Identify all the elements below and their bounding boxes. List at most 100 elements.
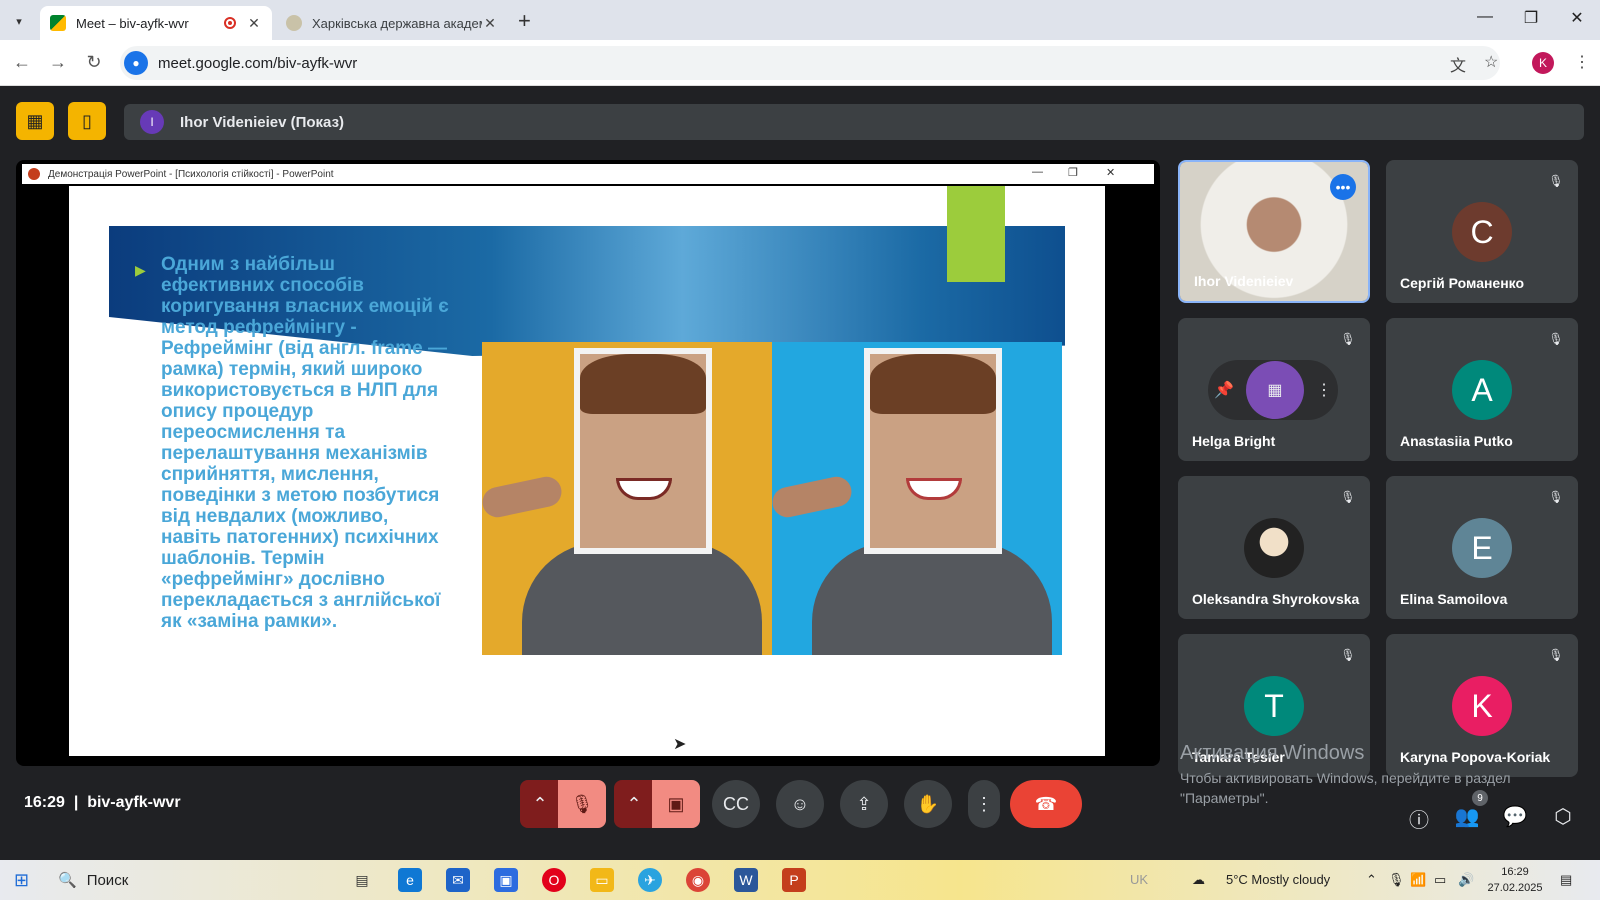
emoji-reaction-button[interactable]: ☺ <box>776 780 824 828</box>
powerpoint-taskbar-icon[interactable]: P <box>782 868 806 892</box>
more-options-button[interactable]: ⋮ <box>968 780 1000 828</box>
photo-frame <box>864 348 1002 554</box>
new-tab-button[interactable]: + <box>518 8 531 34</box>
participant-tile[interactable]: 🎙 E Elina Samoilova <box>1386 476 1578 619</box>
meeting-details-icon[interactable]: ⓘ <box>1404 804 1434 833</box>
meeting-code: biv-ayfk-wvr <box>87 794 181 811</box>
participant-name: Helga Bright <box>1192 433 1276 449</box>
pp-minimize-icon: — <box>1032 166 1043 178</box>
participant-name: Oleksandra Shyrokovska <box>1192 591 1360 607</box>
audio-options-icon[interactable]: ⌃ <box>520 780 560 828</box>
weather-text[interactable]: 5°C Mostly cloudy <box>1226 872 1330 887</box>
notifications-icon[interactable]: ▤ <box>1560 872 1572 888</box>
translate-icon[interactable]: 文 <box>1450 52 1466 76</box>
participant-tile[interactable]: 🎙 📌 ▦ ⋮ Helga Bright <box>1178 318 1370 461</box>
presenter-avatar: I <box>140 110 164 134</box>
word-icon[interactable]: W <box>734 868 758 892</box>
slide-green-accent <box>947 186 1005 282</box>
maximize-icon[interactable]: ❐ <box>1516 8 1546 28</box>
photo-hair <box>870 354 996 414</box>
participant-tile[interactable]: ••• Ihor Videnieiev <box>1178 160 1370 303</box>
presentation-slide: ▶ Одним з найбільш ефективних способів к… <box>69 186 1105 756</box>
mic-off-button[interactable]: 🎙 <box>558 780 606 828</box>
tray-chevron-icon[interactable]: ⌃ <box>1366 872 1377 888</box>
pin-icon[interactable]: 📌 <box>1214 380 1234 400</box>
minimize-icon[interactable]: — <box>1470 8 1500 26</box>
mic-off-icon: 🎙 <box>1340 648 1356 662</box>
more-options-icon[interactable]: ••• <box>1330 174 1356 200</box>
mic-off-icon: 🎙 <box>1548 332 1564 346</box>
tray-time: 16:29 <box>1501 866 1529 878</box>
tray-clock[interactable]: 16:29 27.02.2025 <box>1480 864 1550 896</box>
mic-off-icon: 🎙 <box>1548 174 1564 188</box>
tab-meet[interactable]: Meet – biv-ayfk-wvr ✕ <box>40 6 272 40</box>
participant-tile[interactable]: 🎙 K Karyna Popova-Koriak <box>1386 634 1578 777</box>
tab-close-icon[interactable]: ✕ <box>482 15 498 32</box>
participant-tile[interactable]: 🎙 С Сергій Романенко <box>1386 160 1578 303</box>
windows-activation-title: Активация Windows <box>1180 742 1365 764</box>
participant-avatar: A <box>1452 360 1512 420</box>
participant-tile[interactable]: 🎙 Oleksandra Shyrokovska <box>1178 476 1370 619</box>
chat-icon[interactable]: 💬 <box>1500 804 1530 829</box>
task-view-icon[interactable]: ▤ <box>350 868 374 892</box>
keyboard-lang[interactable]: UK <box>1130 872 1148 887</box>
present-screen-button[interactable]: ⇪ <box>840 780 888 828</box>
video-options-icon[interactable]: ⌃ <box>614 780 654 828</box>
pp-close-icon: ✕ <box>1106 167 1116 179</box>
taskbar-search[interactable]: 🔍 Поиск <box>48 864 328 896</box>
telegram-icon[interactable]: ✈ <box>638 868 662 892</box>
tab-academy[interactable]: Харківська державна академі ✕ <box>276 6 508 40</box>
pp-restore-icon: ❐ <box>1068 167 1078 179</box>
mail-icon[interactable]: ✉ <box>446 868 470 892</box>
participant-avatar: K <box>1452 676 1512 736</box>
opera-icon[interactable]: O <box>542 868 566 892</box>
mic-off-icon: 🎙 <box>1340 490 1356 504</box>
forward-icon[interactable]: → <box>46 52 70 73</box>
activities-icon[interactable]: ⬡ <box>1548 804 1578 829</box>
remove-from-frame-icon[interactable]: ▦ <box>1245 361 1304 419</box>
tab-title: Харківська державна академі <box>312 15 482 31</box>
camera-off-button[interactable]: ▣ <box>652 780 700 828</box>
edge-icon[interactable]: e <box>398 868 422 892</box>
participant-photo-avatar <box>1244 518 1304 578</box>
people-count-badge: 9 <box>1472 790 1488 806</box>
profile-avatar[interactable]: K <box>1532 52 1554 74</box>
url-field[interactable]: ● meet.google.com/biv-ayfk-wvr <box>120 46 1500 80</box>
layout-toggle-button[interactable]: ▦ <box>16 102 54 140</box>
chrome-icon[interactable]: ◉ <box>686 868 710 892</box>
pip-button[interactable]: ▯ <box>68 102 106 140</box>
weather-icon: ☁ <box>1192 872 1205 887</box>
participant-tile[interactable]: 🎙 A Anastasiia Putko <box>1386 318 1578 461</box>
file-explorer-icon[interactable]: ▭ <box>590 868 614 892</box>
store-icon[interactable]: ▣ <box>494 868 518 892</box>
back-icon[interactable]: ← <box>10 52 34 73</box>
photo-body <box>522 542 762 655</box>
wifi-icon[interactable]: 📶 <box>1410 872 1426 888</box>
photo-mouth <box>906 478 962 500</box>
tray-mic-icon[interactable]: 🎙 <box>1388 872 1405 888</box>
browser-menu-icon[interactable]: ⋮ <box>1574 52 1590 72</box>
mic-off-icon: 🎙 <box>1548 490 1564 504</box>
powerpoint-titlebar: Демонстрація PowerPoint - [Психологія ст… <box>22 164 1154 184</box>
windows-activation-subtitle: Чтобы активировать Windows, перейдите в … <box>1180 770 1511 806</box>
slide-body-text: Одним з найбільш ефективних способів кор… <box>161 254 449 632</box>
leave-call-button[interactable]: ☎ <box>1010 780 1082 828</box>
reload-icon[interactable]: ↻ <box>82 52 106 73</box>
photo-arm <box>772 474 855 520</box>
window-close-icon[interactable]: ✕ <box>1562 8 1592 28</box>
people-icon[interactable]: 👥 <box>1452 804 1482 829</box>
captions-button[interactable]: CC <box>712 780 760 828</box>
tile-more-icon[interactable]: ⋮ <box>1316 380 1332 400</box>
search-label: Поиск <box>86 871 129 889</box>
bullet-arrow-icon: ▶ <box>135 262 146 278</box>
tab-close-icon[interactable]: ✕ <box>246 15 262 32</box>
windows-start-icon[interactable]: ⊞ <box>14 870 29 891</box>
volume-icon[interactable]: 🔊 <box>1458 872 1474 888</box>
tab-search-icon[interactable]: ▾ <box>8 10 30 32</box>
participant-name: Сергій Романенко <box>1400 275 1525 291</box>
photo-mouth <box>616 478 672 500</box>
bookmark-star-icon[interactable]: ☆ <box>1484 52 1498 72</box>
battery-icon[interactable]: ▭ <box>1434 872 1446 888</box>
raise-hand-button[interactable]: ✋ <box>904 780 952 828</box>
mic-permission-icon[interactable]: ● <box>124 51 148 75</box>
